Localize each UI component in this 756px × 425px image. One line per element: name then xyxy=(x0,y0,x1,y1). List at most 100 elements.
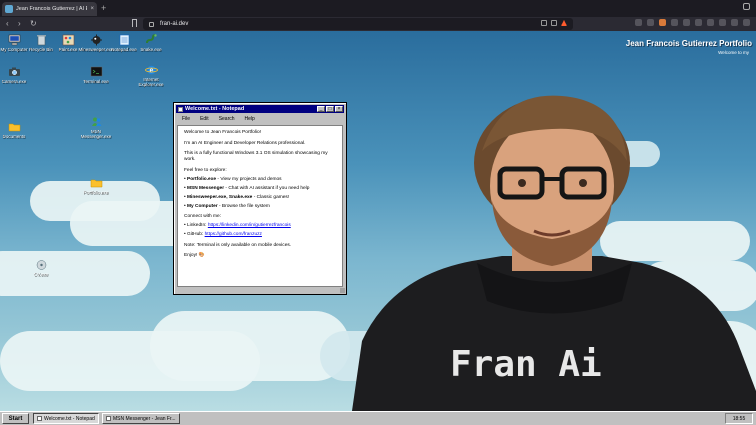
hoodie-print: Fran Ai xyxy=(450,344,602,385)
list-item: • Portfolio.exe - View my projects and d… xyxy=(184,176,282,182)
svg-text:e: e xyxy=(149,67,153,74)
cloud xyxy=(0,251,150,296)
extension-icon[interactable] xyxy=(671,19,678,26)
reload-button[interactable]: ↻ xyxy=(30,19,37,28)
text-explore: Feel free to explore: xyxy=(184,167,227,173)
sidebar-icon[interactable] xyxy=(695,19,702,26)
forward-button[interactable]: › xyxy=(18,19,21,28)
desktop: Jean Francois Gutierrez Portfolio Welcom… xyxy=(0,31,756,411)
window-controls xyxy=(743,3,750,10)
text-note: Note: Terminal is only available on mobi… xyxy=(184,242,292,248)
taskbar-item-msn[interactable]: MSN Messenger - Jean Fr... xyxy=(102,413,180,424)
cd-icon xyxy=(36,260,46,270)
extension-icon[interactable] xyxy=(659,19,666,26)
wallet-icon[interactable] xyxy=(707,19,714,26)
desktop-icon-terminal[interactable]: Terminal.exe xyxy=(82,66,110,84)
reader-view-icon[interactable] xyxy=(541,20,547,26)
text-role: I'm an AI Engineer and Developer Relatio… xyxy=(184,140,306,146)
text-intro: Welcome to Jean Francois Portfolio! xyxy=(184,130,261,135)
github-link[interactable]: https://github.com/franzuzz xyxy=(205,232,262,237)
menu-help[interactable]: Help xyxy=(245,116,255,122)
site-favicon-icon xyxy=(5,5,13,13)
linkedin-link[interactable]: https://linkedin.com/in/gutierrezfrancoi… xyxy=(208,223,291,228)
address-bar-actions xyxy=(541,20,567,26)
list-item: • My Computer - Browse the file system xyxy=(184,203,270,209)
text-enjoy: Enjoy! 🎨 xyxy=(184,253,205,258)
start-button[interactable]: Start xyxy=(2,413,29,424)
url-text: fran-ai.dev xyxy=(160,21,189,27)
notepad-icon xyxy=(37,416,42,421)
msn-icon xyxy=(106,416,111,421)
extension-icon[interactable] xyxy=(683,19,690,26)
notepad-window-icon xyxy=(178,106,183,112)
paint-icon xyxy=(62,34,74,46)
menu-search[interactable]: Search xyxy=(219,116,235,122)
notepad-text-area[interactable]: Welcome to Jean Francois Portfolio! I'm … xyxy=(177,125,343,287)
folder-icon xyxy=(8,123,20,132)
downloads-icon[interactable] xyxy=(731,19,738,26)
desktop-icon-cv[interactable]: CV.exe xyxy=(27,259,55,277)
recycle-bin-icon xyxy=(36,35,46,46)
desktop-icon-snake[interactable]: Snake.exe xyxy=(137,34,165,52)
desktop-icon-camera[interactable]: Camera.exe xyxy=(0,66,28,84)
tab-title: Jean Francois Gutierrez | AI En... xyxy=(16,6,87,12)
extension-icons xyxy=(635,19,750,26)
taskbar: Start Welcome.txt - Notepad MSN Messenge… xyxy=(0,411,756,425)
ie-icon: e xyxy=(144,65,158,74)
list-item: • MSN Messenger - Chat with AI assistant… xyxy=(184,185,310,191)
site-info-icon[interactable] xyxy=(149,21,154,27)
vpn-icon[interactable] xyxy=(719,19,726,26)
terminal-icon xyxy=(90,66,102,77)
minesweeper-icon xyxy=(90,34,102,46)
cloud xyxy=(150,311,350,381)
maximize-button[interactable]: □ xyxy=(326,106,334,112)
notepad-menubar: File Edit Search Help xyxy=(176,114,344,124)
extension-icon[interactable] xyxy=(647,19,654,26)
new-tab-button[interactable]: + xyxy=(101,3,106,13)
portfolio-brand-title: Jean Francois Gutierrez Portfolio xyxy=(625,39,752,48)
menu-file[interactable]: File xyxy=(182,116,190,122)
browser-toolbar: ‹ › ↻ fran-ai.dev xyxy=(0,17,756,31)
list-item: • Minesweeper.exe, Snake.exe - Classic g… xyxy=(184,194,290,200)
close-button[interactable]: × xyxy=(335,106,343,112)
folder-icon xyxy=(90,179,102,188)
text-connect: Connect with me: xyxy=(184,214,222,219)
browser-tab[interactable]: Jean Francois Gutierrez | AI En... × xyxy=(2,2,97,16)
minimize-icon[interactable] xyxy=(743,3,750,10)
computer-icon xyxy=(8,34,20,46)
notepad-title: Welcome.txt - Notepad xyxy=(185,106,245,112)
bookmark-icon[interactable] xyxy=(132,19,137,27)
desktop-icon-my-computer[interactable]: My Computer xyxy=(0,34,28,52)
extension-icon[interactable] xyxy=(635,19,642,26)
browser-tab-bar: Jean Francois Gutierrez | AI En... × + xyxy=(0,0,756,17)
desktop-icon-minesweeper[interactable]: Minesweeper.exe xyxy=(78,34,114,52)
shield-icon[interactable] xyxy=(551,20,557,26)
github-line: • GitHub: https://github.com/franzuzz xyxy=(184,232,262,237)
notepad-titlebar[interactable]: Welcome.txt - Notepad _ □ × xyxy=(176,105,344,113)
menu-icon[interactable] xyxy=(743,19,750,26)
taskbar-clock: 18:55 xyxy=(725,413,753,424)
notepad-window-buttons: _ □ × xyxy=(317,106,344,112)
text-description: This is a fully functional Windows 3.1 O… xyxy=(184,151,328,162)
menu-edit[interactable]: Edit xyxy=(200,116,209,122)
resize-grip[interactable] xyxy=(340,288,345,293)
close-tab-icon[interactable]: × xyxy=(90,6,94,12)
svg-text:Fran Ai: Fran Ai xyxy=(450,344,602,385)
camera-icon xyxy=(8,67,20,76)
desktop-icon-portfolio[interactable]: Portfolio.exe xyxy=(82,177,110,195)
desktop-icon-notepad[interactable]: Notepad.exe xyxy=(110,34,138,52)
back-button[interactable]: ‹ xyxy=(6,19,9,28)
desktop-icon-recycle-bin[interactable]: Recycle Bin xyxy=(27,34,55,52)
snake-icon xyxy=(145,34,157,44)
msn-icon xyxy=(91,117,101,126)
brave-rewards-icon[interactable] xyxy=(561,20,567,26)
desktop-icon-internet-explorer[interactable]: e Internet Explorer.exe xyxy=(137,64,165,87)
desktop-icon-documents[interactable]: Documents xyxy=(0,121,28,139)
address-bar[interactable]: fran-ai.dev xyxy=(143,18,573,30)
desktop-icon-msn-messenger[interactable]: MSN Messenger.exe xyxy=(81,116,111,139)
notepad-window[interactable]: Welcome.txt - Notepad _ □ × File Edit Se… xyxy=(173,102,347,295)
taskbar-item-notepad[interactable]: Welcome.txt - Notepad xyxy=(33,413,99,424)
notepad-icon xyxy=(119,34,129,46)
minimize-button[interactable]: _ xyxy=(317,106,325,112)
linkedin-line: • LinkedIn: https://linkedin.com/in/guti… xyxy=(184,223,291,228)
